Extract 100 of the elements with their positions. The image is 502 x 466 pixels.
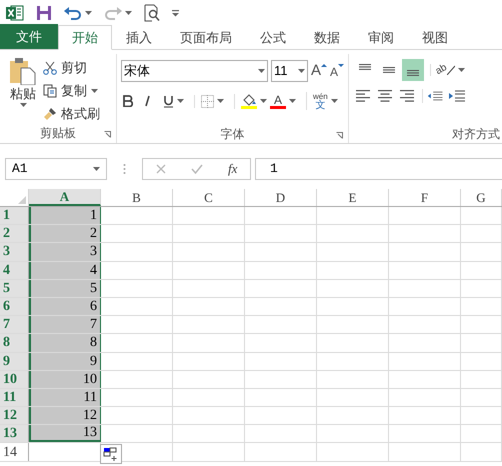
dialog-launcher-icon[interactable] bbox=[336, 132, 343, 139]
align-left-icon[interactable] bbox=[354, 89, 372, 103]
bold-icon[interactable] bbox=[123, 95, 133, 107]
check-icon[interactable] bbox=[190, 164, 203, 174]
dialog-launcher-icon[interactable] bbox=[104, 131, 111, 138]
table-cell[interactable]: 4 bbox=[29, 262, 101, 279]
name-box[interactable]: A1 bbox=[5, 158, 107, 180]
caret-icon bbox=[298, 69, 305, 73]
paste-button[interactable]: 粘贴 bbox=[8, 57, 38, 124]
clipboard-icon bbox=[9, 57, 37, 85]
copy-button[interactable]: 复制 bbox=[43, 80, 100, 101]
table-cell[interactable]: 6 bbox=[29, 298, 101, 316]
ribbon-tab[interactable]: 页面布局 bbox=[166, 25, 246, 50]
decrease-indent-icon[interactable] bbox=[422, 89, 444, 103]
customize-icon[interactable] bbox=[172, 8, 180, 16]
align-lines-icon bbox=[407, 70, 419, 76]
caret-icon bbox=[258, 69, 265, 73]
column-header[interactable]: A bbox=[29, 189, 101, 206]
drag-handle-icon[interactable] bbox=[123, 162, 126, 174]
row-header[interactable]: 1 bbox=[0, 207, 29, 224]
decrease-font-size-button[interactable]: A bbox=[330, 62, 344, 80]
corner-triangle-icon bbox=[18, 196, 26, 204]
ribbon-tab[interactable]: 公式 bbox=[246, 25, 300, 50]
ribbon-tab[interactable]: 审阅 bbox=[354, 25, 408, 50]
align-lines-icon bbox=[359, 64, 371, 70]
ribbon-tab[interactable]: 开始 bbox=[58, 25, 112, 50]
triangle-up-icon bbox=[320, 63, 327, 67]
caret-icon bbox=[93, 166, 100, 170]
font-color-button[interactable]: A bbox=[270, 94, 286, 108]
file-tab[interactable]: 文件 bbox=[0, 24, 58, 49]
row-header[interactable]: 14 bbox=[0, 443, 29, 461]
row-header[interactable]: 3 bbox=[0, 243, 29, 261]
caret-icon bbox=[217, 99, 224, 103]
row-header[interactable]: 12 bbox=[0, 407, 29, 424]
italic-icon[interactable] bbox=[143, 95, 153, 107]
align-right-icon[interactable] bbox=[398, 89, 416, 103]
format-painter-button[interactable]: 格式刷 bbox=[43, 103, 100, 124]
row-header[interactable]: 10 bbox=[0, 370, 29, 388]
column-header[interactable]: D bbox=[245, 189, 317, 206]
table-cell[interactable]: 10 bbox=[29, 370, 101, 388]
row-header[interactable]: 4 bbox=[0, 262, 29, 279]
column-header[interactable]: C bbox=[173, 189, 245, 206]
triangle-down-icon bbox=[338, 64, 344, 68]
align-center-icon[interactable] bbox=[376, 89, 394, 103]
table-cell[interactable]: 1 bbox=[29, 207, 101, 224]
group-label: 对齐方式 bbox=[452, 126, 501, 143]
font-name-field[interactable]: 宋体 bbox=[121, 60, 268, 82]
row-header[interactable]: 5 bbox=[0, 280, 29, 297]
column-header[interactable]: G bbox=[461, 189, 502, 206]
caret-icon bbox=[91, 88, 98, 92]
paintbrush-icon bbox=[43, 106, 57, 120]
increase-indent-icon[interactable] bbox=[448, 89, 466, 103]
font-size-field[interactable]: 11 bbox=[270, 60, 308, 82]
insert-function-button[interactable]: fx bbox=[228, 158, 238, 178]
copy-icon bbox=[43, 84, 57, 98]
row-header[interactable]: 2 bbox=[0, 225, 29, 242]
caret-icon bbox=[330, 99, 338, 103]
align-lines-icon bbox=[383, 67, 395, 73]
ribbon-tab[interactable]: 视图 bbox=[408, 25, 462, 50]
table-cell[interactable]: 7 bbox=[29, 316, 101, 334]
row-header[interactable]: 6 bbox=[0, 298, 29, 316]
row-header[interactable]: 13 bbox=[0, 425, 29, 442]
row-header[interactable]: 8 bbox=[0, 334, 29, 352]
quick-analysis-icon[interactable] bbox=[100, 444, 122, 464]
print-preview-icon[interactable] bbox=[144, 4, 160, 22]
table-cell[interactable]: 3 bbox=[29, 243, 101, 261]
group-label: 剪贴板 bbox=[40, 125, 76, 142]
fill-color-icon[interactable] bbox=[241, 94, 257, 108]
scissors-icon bbox=[43, 60, 57, 74]
table-cell[interactable]: 2 bbox=[29, 225, 101, 242]
table-cell[interactable]: 8 bbox=[29, 334, 101, 352]
increase-font-size-button[interactable]: A bbox=[310, 63, 327, 79]
table-cell[interactable]: 13 bbox=[29, 425, 101, 442]
table-cell[interactable]: 9 bbox=[29, 352, 101, 370]
borders-icon[interactable] bbox=[201, 94, 214, 108]
row-header[interactable]: 11 bbox=[0, 388, 29, 406]
caret-icon bbox=[177, 99, 184, 103]
spreadsheet-app-icon[interactable] bbox=[6, 4, 24, 20]
caret-icon bbox=[125, 10, 132, 14]
phonetic-guide-button[interactable]: wén 文 bbox=[306, 92, 338, 110]
row-header[interactable]: 9 bbox=[0, 352, 29, 370]
table-cell[interactable]: 12 bbox=[29, 407, 101, 424]
caret-icon bbox=[458, 68, 466, 72]
column-header[interactable]: B bbox=[101, 189, 173, 206]
caret-icon bbox=[20, 103, 26, 107]
underline-icon[interactable] bbox=[163, 94, 174, 108]
caret-icon bbox=[260, 99, 267, 103]
undo-icon[interactable] bbox=[64, 6, 82, 20]
table-cell[interactable]: 5 bbox=[29, 280, 101, 297]
bottom-align-button[interactable] bbox=[402, 59, 424, 81]
cut-button[interactable]: 剪切 bbox=[43, 57, 100, 78]
caret-icon bbox=[85, 10, 92, 14]
ribbon-tab[interactable]: 数据 bbox=[300, 25, 354, 50]
text-orientation-button[interactable]: ab bbox=[436, 64, 456, 76]
column-header[interactable]: F bbox=[389, 189, 461, 206]
column-header[interactable]: E bbox=[317, 189, 389, 206]
ribbon-tab[interactable]: 插入 bbox=[112, 25, 166, 50]
formula-field[interactable]: 1 bbox=[255, 158, 502, 180]
row-header[interactable]: 7 bbox=[0, 316, 29, 334]
table-cell[interactable]: 11 bbox=[29, 388, 101, 406]
